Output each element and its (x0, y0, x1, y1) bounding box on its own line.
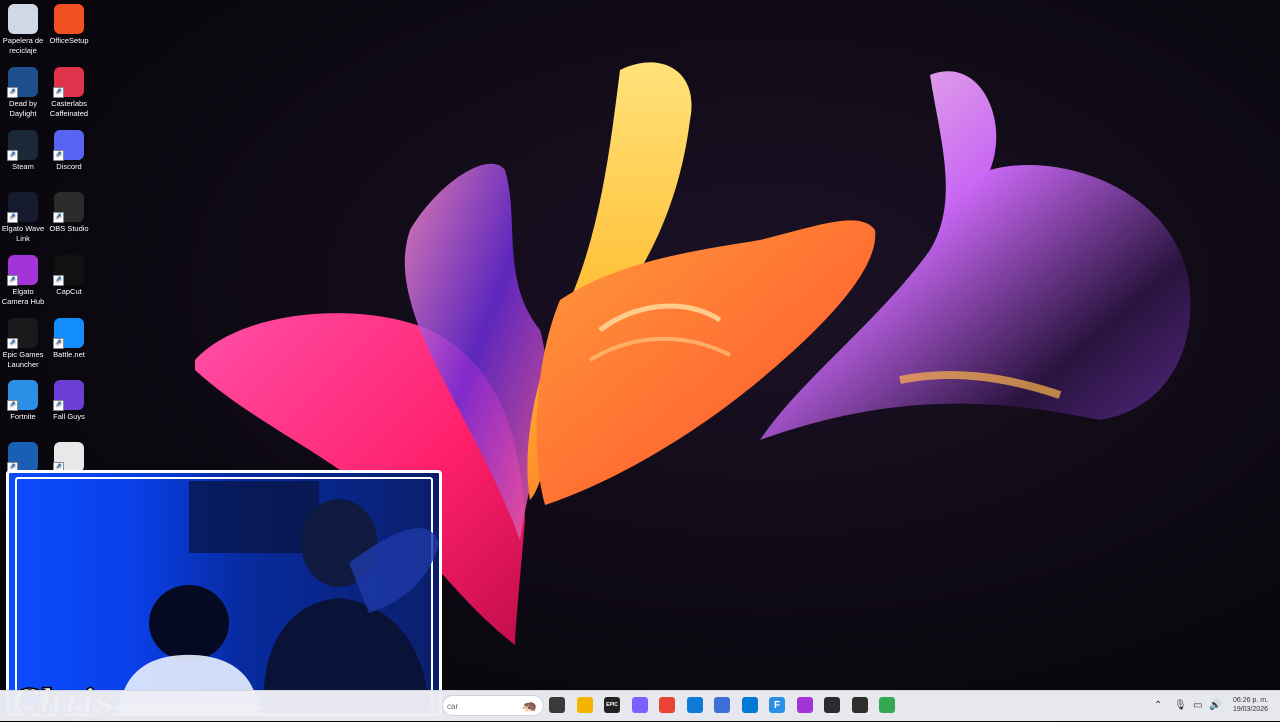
shortcut-arrow-icon: ↗ (7, 338, 18, 349)
desktop-icon-label: Fortnite (10, 412, 36, 421)
taskbar: car 🦔 EPIC F ⌃ 🎙 ▭ 🔊 06:26 p. m. 19/03/20… (0, 690, 1280, 721)
shortcut-arrow-icon: ↗ (53, 275, 64, 286)
desktop-icon-grid: Papelera de reciclaje OfficeSetup ↗ Dead by… (0, 0, 100, 473)
settings-icon[interactable] (714, 697, 730, 713)
volume-icon[interactable]: 🔊 (1209, 691, 1221, 721)
clock-time: 06:26 p. m. (1232, 697, 1268, 704)
fall-guys-icon: ↗ (53, 380, 84, 411)
network-icon[interactable]: ▭ (1193, 691, 1202, 721)
obs-icon: ↗ (53, 192, 84, 223)
desktop-icon-discord[interactable]: ↗ Discord (46, 130, 92, 172)
desktop-icon-label: Dead by Daylight (9, 99, 37, 118)
microphone-icon[interactable]: 🎙 (1174, 691, 1187, 721)
taskbar-search-box[interactable]: car 🦔 (442, 695, 544, 716)
watch-dogs-icon: ↗ (53, 442, 84, 473)
shortcut-arrow-icon: ↗ (53, 87, 64, 98)
discord-icon: ↗ (53, 130, 84, 161)
desktop-icon-label: Casterlabs Caffeinated (49, 99, 89, 118)
desktop-icon-label: Elgato Wave Link (1, 224, 45, 243)
microsoft-store-icon[interactable] (742, 697, 758, 713)
desktop-icon-epic-games[interactable]: ↗ Epic Games Launcher (0, 318, 46, 369)
capcut-icon: ↗ (53, 255, 84, 286)
taskbar-app-glyph: EPIC (606, 702, 618, 708)
file-explorer-icon[interactable] (577, 697, 593, 713)
shortcut-arrow-icon: ↗ (7, 275, 18, 286)
fortnite-taskbar-icon[interactable]: F (769, 697, 785, 713)
desktop-icon-office[interactable]: OfficeSetup (46, 4, 92, 46)
desktop-icon-label: Battle.net (53, 350, 85, 359)
desktop-icon-label: Papelera de reciclaje (2, 36, 44, 55)
desktop-icon-recycle-bin[interactable]: Papelera de reciclaje (0, 4, 46, 55)
desktop-icon-label: OBS Studio (49, 224, 89, 233)
desktop-icon-label: Elgato Camera Hub (1, 287, 45, 306)
shortcut-arrow-icon: ↗ (7, 87, 18, 98)
clock-date: 19/03/2026 (1232, 706, 1268, 713)
chrome-icon[interactable] (659, 697, 675, 713)
desktop-icon-label: Fall Guys (53, 412, 85, 421)
webcam-overlay (6, 470, 442, 716)
desktop-icon-capcut[interactable]: ↗ CapCut (46, 255, 92, 297)
fortnite-icon: ↗ (7, 380, 38, 411)
desktop-icon-label: Steam (12, 162, 34, 171)
recycle-bin-icon (8, 4, 38, 34)
shortcut-arrow-icon: ↗ (53, 338, 64, 349)
desktop-icon-fortnite[interactable]: ↗ Fortnite (0, 380, 46, 422)
desktop-icon-camera-hub[interactable]: ↗ Elgato Camera Hub (0, 255, 46, 306)
camera-hub-taskbar-icon[interactable] (797, 697, 813, 713)
desktop-icon-label: Epic Games Launcher (2, 350, 44, 369)
camera-hub-icon: ↗ (7, 255, 38, 286)
terminal-icon[interactable] (852, 697, 868, 713)
wave-link-icon: ↗ (7, 192, 38, 223)
search-placeholder: car (447, 702, 459, 711)
desktop-icon-label: CapCut (56, 287, 82, 296)
dead-by-daylight-icon: ↗ (7, 67, 38, 98)
task-view-icon[interactable] (549, 697, 565, 713)
taskbar-app-glyph: F (773, 699, 781, 711)
office-icon (54, 4, 84, 34)
desktop-icon-casterlabs[interactable]: ↗ Casterlabs Caffeinated (46, 67, 92, 118)
desktop-icon-label: Discord (56, 162, 82, 171)
search-highlight-icon: 🦔 (522, 699, 537, 713)
epic-games-icon: ↗ (7, 318, 38, 349)
desktop-icon-label: OfficeSetup (49, 36, 89, 45)
shortcut-arrow-icon: ↗ (7, 212, 18, 223)
casterlabs-icon: ↗ (53, 67, 84, 98)
chrome-profile-icon[interactable] (879, 697, 895, 713)
battle-net-icon: ↗ (53, 318, 84, 349)
desktop-icon-wave-link[interactable]: ↗ Elgato Wave Link (0, 192, 46, 243)
desktop-icon-steam[interactable]: ↗ Steam (0, 130, 46, 172)
rocket-league-icon: ↗ (7, 442, 38, 473)
desktop-icon-dead-by-daylight[interactable]: ↗ Dead by Daylight (0, 67, 46, 118)
shortcut-arrow-icon: ↗ (53, 150, 64, 161)
taskbar-clock[interactable]: 06:26 p. m. 19/03/2026 (1233, 696, 1268, 714)
shortcut-arrow-icon: ↗ (53, 212, 64, 223)
desktop-icon-battle-net[interactable]: ↗ Battle.net (46, 318, 92, 360)
shortcut-arrow-icon: ↗ (53, 400, 64, 411)
webcam-feed (119, 481, 439, 713)
edge-icon[interactable] (687, 697, 703, 713)
obs-taskbar-icon[interactable] (824, 697, 840, 713)
shortcut-arrow-icon: ↗ (7, 150, 18, 161)
desktop-icon-obs[interactable]: ↗ OBS Studio (46, 192, 92, 234)
steam-icon: ↗ (7, 130, 38, 161)
copilot-icon[interactable] (632, 697, 648, 713)
epic-games-taskbar-icon[interactable]: EPIC (604, 697, 620, 713)
shortcut-arrow-icon: ↗ (7, 400, 18, 411)
desktop-icon-fall-guys[interactable]: ↗ Fall Guys (46, 380, 92, 422)
show-hidden-icons-icon[interactable]: ⌃ (1154, 691, 1162, 721)
